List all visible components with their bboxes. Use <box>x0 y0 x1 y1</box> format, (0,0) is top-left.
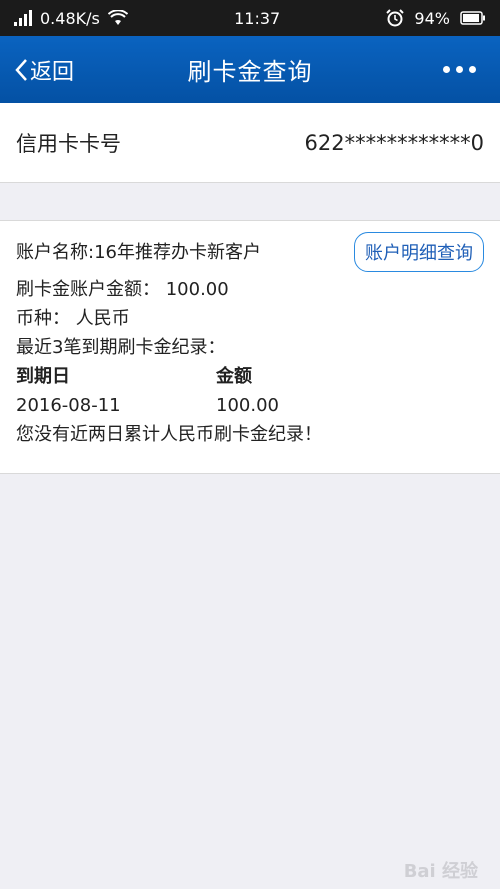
info-panel: 账户名称:16年推荐办卡新客户 账户明细查询 刷卡金账户金额： 100.00 币… <box>0 220 500 474</box>
record-date: 2016-08-11 <box>16 395 121 416</box>
watermark-logo: Bai 经验 <box>404 857 478 883</box>
clock: 11:37 <box>234 8 281 28</box>
chevron-left-icon <box>15 58 27 81</box>
record-amount: 100.00 <box>216 395 279 416</box>
status-left: 0.48K/s <box>14 9 128 28</box>
card-number-row: 信用卡卡号 622************0 <box>0 103 500 183</box>
column-header-date: 到期日 <box>16 366 70 387</box>
wifi-icon <box>107 10 128 25</box>
card-number-label: 信用卡卡号 <box>16 131 121 156</box>
column-header-amount: 金额 <box>216 366 252 387</box>
notice-text: 您没有近两日累计人民币刷卡金纪录！ <box>16 424 322 445</box>
alarm-icon <box>386 9 405 27</box>
signal-icon <box>14 10 32 26</box>
watermark-text: Bai 经验 <box>403 861 478 882</box>
status-right: 94% <box>386 9 486 28</box>
network-speed: 0.48K/s <box>40 8 100 28</box>
account-name: 账户名称:16年推荐办卡新客户 <box>16 241 261 263</box>
page-title: 刷卡金查询 <box>187 58 313 86</box>
table-row: 2016-08-11 100.00 <box>16 391 484 420</box>
account-detail-button[interactable]: 账户明细查询 <box>354 232 484 272</box>
battery-percent: 94% <box>414 8 450 28</box>
nav-bar: 返回 刷卡金查询 <box>0 36 500 103</box>
recent-records-title: 最近3笔到期刷卡金纪录： <box>16 337 226 358</box>
account-name-row: 账户名称:16年推荐办卡新客户 账户明细查询 <box>16 229 484 275</box>
table-header: 到期日 金额 <box>16 362 484 391</box>
battery-icon <box>460 11 485 25</box>
card-number-value: 622************0 <box>304 130 484 155</box>
currency-text: 币种： 人民币 <box>16 308 130 329</box>
balance-text: 刷卡金账户金额： 100.00 <box>16 279 229 300</box>
back-button[interactable]: 返回 <box>14 36 74 103</box>
more-menu-icon[interactable] <box>443 36 476 103</box>
status-bar: 0.48K/s 11:37 94% <box>0 0 500 36</box>
back-label: 返回 <box>30 59 75 85</box>
